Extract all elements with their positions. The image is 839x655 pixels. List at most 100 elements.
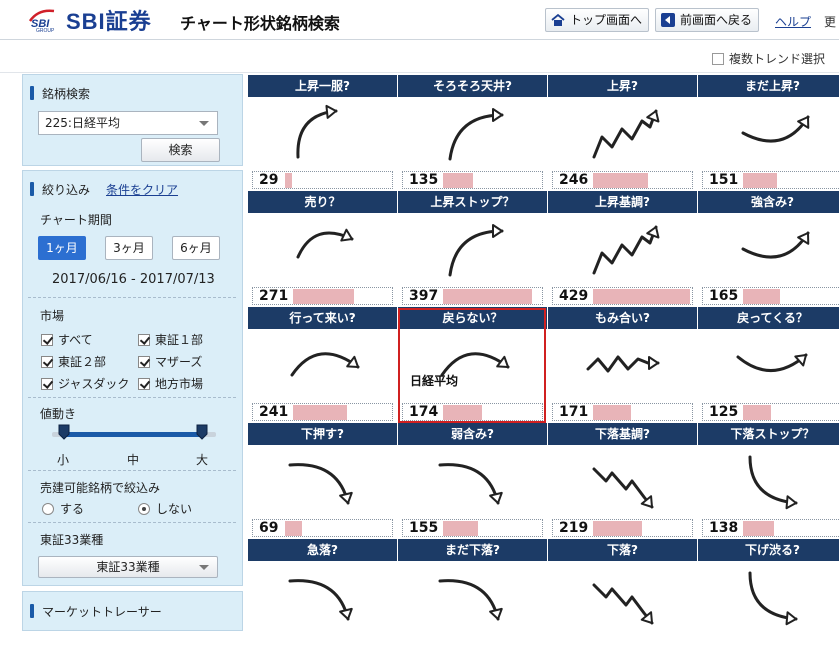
sector-select-value: 東証33業種: [96, 560, 160, 574]
shape-cell-title: 上昇?: [548, 75, 697, 97]
tradable-no-label: しない: [156, 502, 193, 516]
shape-cell-title: 上昇基調?: [548, 191, 697, 213]
index-select-value: 225:日経平均: [45, 116, 120, 130]
down-then-flat-arrow-icon: [748, 571, 798, 626]
page-title: チャート形状銘柄検索: [180, 14, 340, 33]
clear-conditions-link[interactable]: 条件をクリア: [106, 181, 178, 198]
shape-cell-count-box: 246: [552, 171, 693, 189]
shape-cell[interactable]: 強含み? 165: [698, 191, 839, 307]
selected-cell-highlight: [398, 308, 546, 423]
shape-cell[interactable]: 上昇ストップ？ 397: [398, 191, 547, 307]
period-1m-button[interactable]: 1ヶ月: [38, 236, 86, 260]
shape-cell-count: 271: [259, 288, 289, 304]
market-mothers-checkbox[interactable]: マザーズ: [138, 353, 202, 370]
divider: [28, 397, 236, 398]
shape-cell-count-bar: [593, 289, 690, 304]
shape-cell-count-box: 219: [552, 519, 693, 537]
chevron-down-icon: [199, 565, 209, 570]
brand-logo[interactable]: SBI証券: [66, 4, 152, 36]
shape-cell-title: 下落?: [548, 539, 697, 561]
zigzag-down-arrow-icon: [592, 467, 654, 509]
shape-cell[interactable]: 下落?: [548, 539, 697, 655]
tracer-panel[interactable]: マーケットトレーサー: [22, 591, 243, 631]
slider-max-handle[interactable]: [196, 424, 208, 440]
search-button[interactable]: 検索: [141, 138, 220, 162]
price-move-slider-track[interactable]: [64, 432, 204, 437]
shape-cell[interactable]: 戻ってくる？ 125: [698, 307, 839, 423]
shape-cell[interactable]: まだ上昇? 151: [698, 75, 839, 191]
multi-trend-checkbox[interactable]: 複数トレンド選択: [712, 50, 825, 67]
shape-cell[interactable]: 急落?: [248, 539, 397, 655]
shape-cell-title: 売り？: [248, 191, 397, 213]
market-tse2-checkbox[interactable]: 東証２部: [41, 353, 106, 370]
slider-min-handle[interactable]: [58, 424, 70, 440]
filter-panel-title: 絞り込み: [42, 183, 91, 197]
sector-select[interactable]: 東証33業種: [38, 556, 218, 578]
shape-cell[interactable]: 下落ストップ？ 138: [698, 423, 839, 539]
period-6m-button[interactable]: 6ヶ月: [172, 236, 220, 260]
shape-cell[interactable]: 上昇基調? 429: [548, 191, 697, 307]
shape-cell[interactable]: 上昇? 246: [548, 75, 697, 191]
market-regional-checkbox[interactable]: 地方市場: [138, 375, 203, 392]
shape-cell-count-bar: [285, 173, 293, 188]
shape-cell-count: 155: [409, 520, 439, 536]
search-panel-title: 銘柄検索: [42, 87, 91, 101]
shape-cell-count-bar: [593, 521, 643, 536]
shape-cell-title: 下落ストップ？: [698, 423, 839, 445]
market-mothers-label: マザーズ: [155, 355, 203, 369]
shape-cell-count: 29: [259, 172, 279, 188]
shape-cell-count-box: 125: [702, 403, 839, 421]
shape-cell-count-box: 271: [252, 287, 393, 305]
shape-cell-count: 125: [709, 404, 739, 420]
panel-marker: [30, 604, 34, 618]
zigzag-flat-arrow-icon: [586, 355, 660, 373]
shape-cell[interactable]: 行って来い? 241: [248, 307, 397, 423]
header: SBI GROUP SBI証券 チャート形状銘柄検索 トップ画面へ 前画面へ戻る…: [0, 0, 839, 40]
help-link[interactable]: ヘルプ: [775, 13, 811, 30]
shape-cell-count: 246: [559, 172, 589, 188]
shape-cell-count-box: 135: [402, 171, 543, 189]
shape-cell-count-bar: [593, 405, 632, 420]
tradable-no-radio[interactable]: しない: [138, 500, 192, 517]
fall-curve-arrow-icon: [288, 579, 353, 621]
arc-down-arrow-icon: [290, 352, 360, 377]
tradable-yes-radio[interactable]: する: [42, 500, 84, 517]
back-button[interactable]: 前画面へ戻る: [655, 8, 760, 32]
home-icon: [551, 13, 565, 26]
market-tse1-checkbox[interactable]: 東証１部: [138, 331, 203, 348]
shape-cell[interactable]: 上昇一服? 29: [248, 75, 397, 191]
shape-cell[interactable]: 下げ渋る?: [698, 539, 839, 655]
arc-right-arrow-icon: [296, 228, 354, 259]
shape-cell[interactable]: 下落基調? 219: [548, 423, 697, 539]
more-link[interactable]: 更: [824, 13, 836, 30]
shape-cell[interactable]: 弱含み? 155: [398, 423, 547, 539]
fall-curve-arrow-icon: [438, 579, 503, 621]
sector-label: 東証33業種: [40, 533, 104, 547]
shape-cell-title: そろそろ天井?: [398, 75, 547, 97]
shape-cell-title: 下押す?: [248, 423, 397, 445]
top-page-button[interactable]: トップ画面へ: [545, 8, 650, 32]
shape-cell-count: 151: [709, 172, 739, 188]
shape-cell[interactable]: 売り？ 271: [248, 191, 397, 307]
back-label: 前画面へ戻る: [680, 13, 753, 27]
index-select[interactable]: 225:日経平均: [38, 111, 218, 135]
shape-cell[interactable]: そろそろ天井? 135: [398, 75, 547, 191]
market-all-label: すべて: [58, 333, 93, 347]
divider: [28, 522, 236, 523]
valley-arrow-icon: [736, 353, 808, 372]
shape-cell-count: 69: [259, 520, 279, 536]
market-jasdaq-checkbox[interactable]: ジャスダック: [41, 375, 129, 392]
divider: [28, 297, 236, 298]
shape-cell[interactable]: もみ合い? 171: [548, 307, 697, 423]
shape-cell[interactable]: まだ下落?: [398, 539, 547, 655]
shape-cell-title: 行って来い?: [248, 307, 397, 329]
market-label: 市場: [40, 309, 65, 323]
up-then-flat-arrow-icon: [296, 104, 338, 159]
market-all-checkbox[interactable]: すべて: [41, 331, 93, 348]
checkbox-icon[interactable]: [712, 53, 724, 65]
search-panel: 銘柄検索 225:日経平均 検索: [22, 74, 243, 166]
period-3m-button[interactable]: 3ヶ月: [105, 236, 153, 260]
shape-cell-title: 上昇一服?: [248, 75, 397, 97]
shape-cell[interactable]: 下押す? 69: [248, 423, 397, 539]
rise-curve-arrow-icon: [448, 108, 504, 161]
